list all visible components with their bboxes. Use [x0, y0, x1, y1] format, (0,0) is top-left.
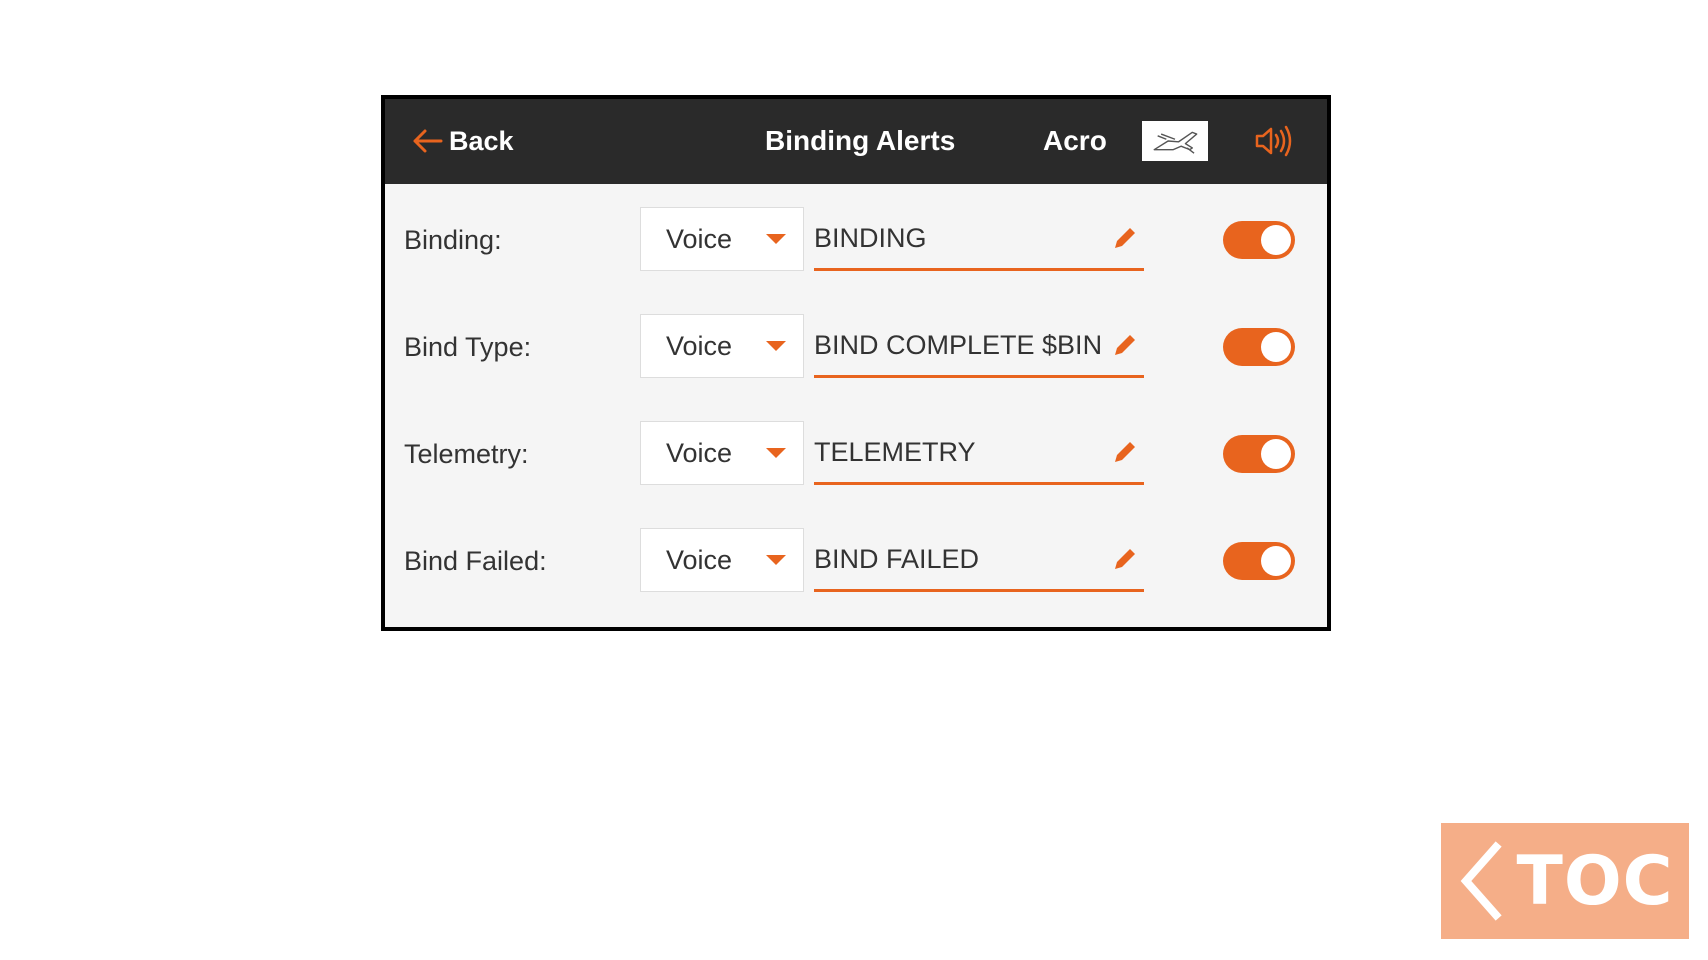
alert-text-field[interactable]: TELEMETRY: [814, 419, 1144, 485]
model-name: Acro: [1043, 125, 1107, 156]
enable-toggle[interactable]: [1223, 221, 1295, 259]
pencil-icon[interactable]: [1110, 225, 1138, 253]
dropdown-value: Voice: [666, 545, 733, 575]
row-label: Binding:: [404, 225, 502, 255]
alert-text-value: BINDING: [814, 223, 927, 253]
radio-screen: Back Binding Alerts Acro Binding: Voice: [381, 95, 1331, 631]
header-bar: Back Binding Alerts Acro: [385, 99, 1327, 184]
dropdown-value: Voice: [666, 331, 733, 361]
dropdown-value: Voice: [666, 224, 733, 254]
toggle-knob: [1261, 439, 1291, 469]
toc-button[interactable]: TOC: [1441, 823, 1689, 939]
alert-text-value: BIND FAILED: [814, 544, 980, 574]
back-button[interactable]: Back: [411, 121, 514, 161]
toc-label: TOC: [1516, 841, 1674, 921]
toggle-knob: [1261, 225, 1291, 255]
caret-down-icon: [766, 448, 786, 458]
row-label: Telemetry:: [404, 439, 529, 469]
airplane-icon[interactable]: [1142, 121, 1208, 161]
toggle-knob: [1261, 546, 1291, 576]
row-label: Bind Type:: [404, 332, 532, 362]
alert-row-bind-type: Bind Type: Voice BIND COMPLETE $BIN: [385, 312, 1327, 382]
caret-down-icon: [766, 234, 786, 244]
dropdown-value: Voice: [666, 438, 733, 468]
alert-text-field[interactable]: BIND COMPLETE $BIN: [814, 312, 1144, 378]
alert-text-value: TELEMETRY: [814, 437, 976, 467]
enable-toggle[interactable]: [1223, 435, 1295, 473]
back-arrow-icon: [413, 129, 443, 153]
pencil-icon[interactable]: [1110, 332, 1138, 360]
pencil-icon[interactable]: [1110, 546, 1138, 574]
enable-toggle[interactable]: [1223, 542, 1295, 580]
alert-row-binding: Binding: Voice BINDING: [385, 205, 1327, 275]
alert-type-dropdown[interactable]: Voice: [640, 314, 804, 378]
pencil-icon[interactable]: [1110, 439, 1138, 467]
enable-toggle[interactable]: [1223, 328, 1295, 366]
speaker-icon[interactable]: [1253, 123, 1293, 159]
alert-type-dropdown[interactable]: Voice: [640, 421, 804, 485]
alert-type-dropdown[interactable]: Voice: [640, 207, 804, 271]
alert-row-bind-failed: Bind Failed: Voice BIND FAILED: [385, 526, 1327, 596]
alert-row-telemetry: Telemetry: Voice TELEMETRY: [385, 419, 1327, 489]
alert-text-field[interactable]: BINDING: [814, 205, 1144, 271]
alert-text-value: BIND COMPLETE $BIN: [814, 330, 1103, 360]
page-title: Binding Alerts: [765, 125, 956, 156]
toggle-knob: [1261, 332, 1291, 362]
caret-down-icon: [766, 555, 786, 565]
alert-type-dropdown[interactable]: Voice: [640, 528, 804, 592]
alert-text-field[interactable]: BIND FAILED: [814, 526, 1144, 592]
back-label: Back: [449, 125, 514, 156]
row-label: Bind Failed:: [404, 546, 547, 576]
caret-down-icon: [766, 341, 786, 351]
chevron-left-icon: [1461, 841, 1503, 921]
